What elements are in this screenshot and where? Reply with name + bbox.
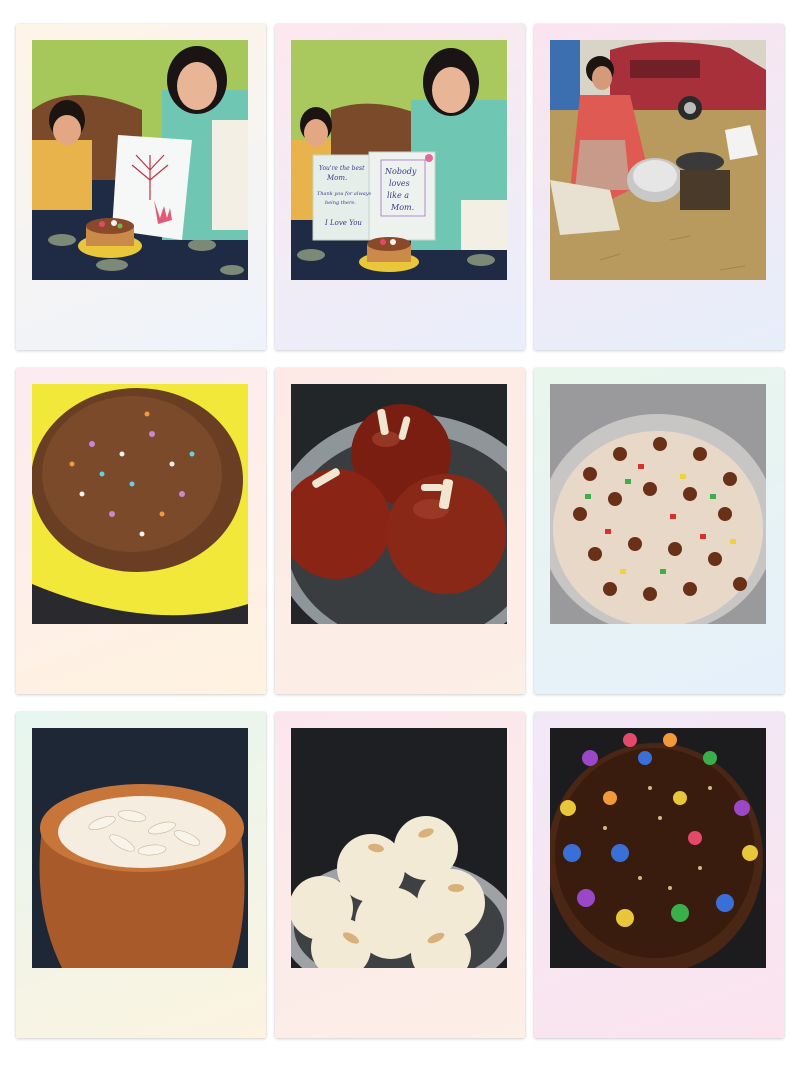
photo-vermicelli-dessert <box>32 384 248 624</box>
greeting-card: You're the best Mom. Thank you for alway… <box>312 151 436 241</box>
polaroid-frame-3 <box>534 24 784 350</box>
polaroid-frame-7 <box>16 712 266 1038</box>
card-text-right-4: Mom. <box>390 203 414 212</box>
photo-mom-son-greeting-card: You're the best Mom. Thank you for alway… <box>291 40 507 280</box>
photo-mom-son-handprint-card <box>32 40 248 280</box>
card-text-left-5: I Love You <box>324 219 362 227</box>
polaroid-frame-4 <box>16 368 266 694</box>
photo-gulab-jamun <box>291 384 507 624</box>
polaroid-frame-6 <box>534 368 784 694</box>
card-text-left-3: Thank you for always <box>317 191 372 197</box>
card-text-right-3: like a <box>387 191 409 200</box>
polaroid-collage: You're the best Mom. Thank you for alway… <box>0 0 800 1066</box>
polaroid-frame-2: You're the best Mom. Thank you for alway… <box>275 24 525 350</box>
polaroid-frame-9 <box>534 712 784 1038</box>
card-text-right-1: Nobody <box>384 167 417 176</box>
polaroid-frame-8 <box>275 712 525 1038</box>
card-text-right-2: loves <box>389 179 410 188</box>
polaroid-frame-5 <box>275 368 525 694</box>
photo-rabri-clay-pot <box>32 728 248 968</box>
polaroid-frame-1 <box>16 24 266 350</box>
card-text-left-4: being there. <box>325 200 356 206</box>
photo-fruit-cake-batter <box>550 384 766 624</box>
photo-outdoor-cooking <box>550 40 766 280</box>
card-text-left-1: You're the best <box>319 165 365 172</box>
photo-chocolate-gems-cake <box>550 728 766 968</box>
photo-coconut-ladoo <box>291 728 507 968</box>
card-text-left-2: Mom. <box>326 174 347 182</box>
